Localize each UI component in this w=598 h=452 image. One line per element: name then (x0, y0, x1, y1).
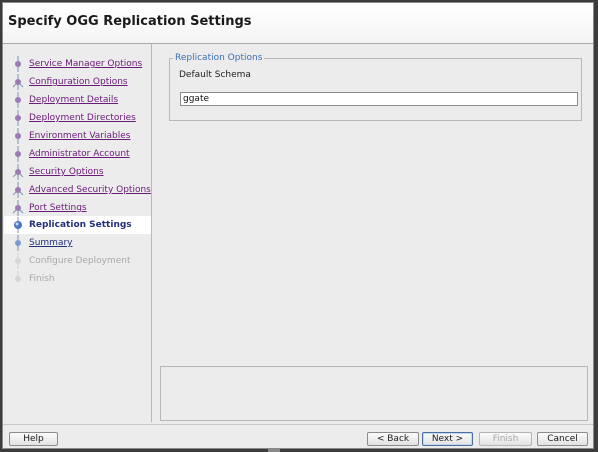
step-label[interactable]: Deployment Details (29, 95, 118, 105)
step-label[interactable]: Configuration Options (29, 77, 128, 87)
visited-step-icon (12, 92, 24, 108)
step-environment-variables[interactable]: Environment Variables (4, 128, 151, 144)
help-button[interactable]: Help (9, 432, 58, 446)
step-label[interactable]: Port Settings (29, 203, 87, 213)
step-port-settings[interactable]: Port Settings (4, 200, 151, 216)
step-administrator-account[interactable]: Administrator Account (4, 146, 151, 162)
step-label[interactable]: Administrator Account (29, 149, 130, 159)
installer-window: Specify OGG Replication Settings Service… (2, 2, 594, 449)
step-label[interactable]: Environment Variables (29, 131, 130, 141)
step-label: Replication Settings (29, 220, 132, 230)
step-configuration-options[interactable]: Configuration Options (4, 74, 151, 90)
step-summary[interactable]: Summary (4, 235, 151, 251)
visited-step-icon (12, 146, 24, 162)
replication-options-group (169, 58, 582, 121)
visited-step-icon (12, 56, 24, 72)
steps-panel: Service Manager Options Configuration Op… (4, 44, 152, 422)
back-button[interactable]: < Back (367, 432, 419, 446)
step-label: Configure Deployment (29, 256, 131, 266)
current-step-icon (12, 217, 24, 233)
step-finish: Finish (4, 271, 151, 287)
step-label[interactable]: Summary (29, 238, 73, 248)
finish-button: Finish (479, 432, 532, 446)
message-area (160, 366, 588, 421)
branch-step-icon (12, 182, 24, 198)
wizard-header: Specify OGG Replication Settings (3, 3, 593, 44)
step-label: Finish (29, 274, 55, 284)
step-label[interactable]: Service Manager Options (29, 59, 142, 69)
disabled-step-icon (12, 271, 24, 287)
step-security-options[interactable]: Security Options (4, 164, 151, 180)
disabled-step-icon (12, 253, 24, 269)
step-configure-deployment: Configure Deployment (4, 253, 151, 269)
step-advanced-security-options[interactable]: Advanced Security Options (4, 182, 151, 198)
branch-step-icon (12, 164, 24, 180)
step-label[interactable]: Advanced Security Options (29, 185, 151, 195)
step-label[interactable]: Security Options (29, 167, 104, 177)
group-legend: Replication Options (173, 53, 265, 63)
step-service-manager-options[interactable]: Service Manager Options (4, 56, 151, 72)
step-label[interactable]: Deployment Directories (29, 113, 136, 123)
next-button[interactable]: Next > (422, 432, 473, 446)
cancel-button[interactable]: Cancel (537, 432, 588, 446)
default-schema-label: Default Schema (179, 70, 251, 80)
branch-step-icon (12, 74, 24, 90)
step-replication-settings: Replication Settings (4, 216, 151, 234)
footer-bar: Help < Back Next > Finish Cancel (3, 424, 593, 449)
visited-step-icon (12, 128, 24, 144)
page-title: Specify OGG Replication Settings (8, 14, 252, 29)
next-step-icon (12, 235, 24, 251)
visited-step-icon (12, 110, 24, 126)
step-deployment-directories[interactable]: Deployment Directories (4, 110, 151, 126)
branch-step-icon (12, 200, 24, 216)
step-deployment-details[interactable]: Deployment Details (4, 92, 151, 108)
default-schema-input[interactable] (180, 92, 578, 106)
